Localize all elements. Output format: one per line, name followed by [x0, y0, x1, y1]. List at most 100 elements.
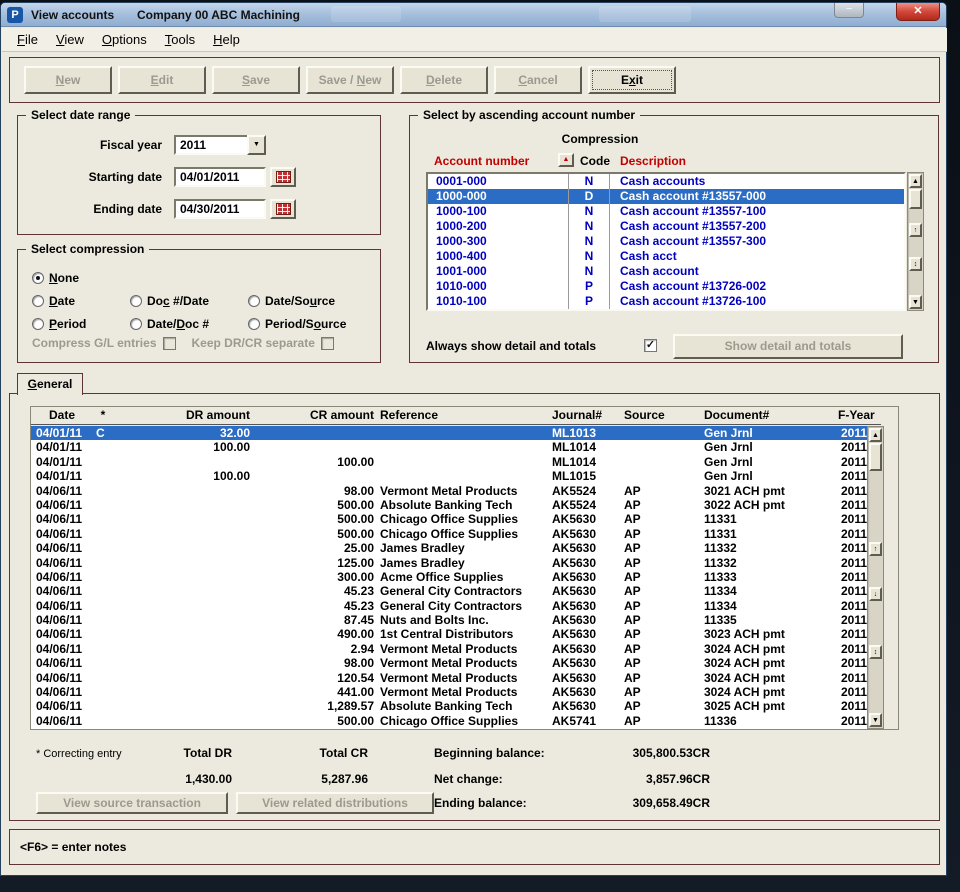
source-cell: AP: [621, 541, 701, 555]
column-header-reference[interactable]: Reference: [377, 407, 549, 424]
column-header-source[interactable]: Source: [621, 407, 701, 424]
delete-button[interactable]: Delete: [400, 66, 488, 94]
menu-item-help[interactable]: Help: [204, 30, 249, 49]
account-row[interactable]: 1000-100NCash account #13557-100: [428, 204, 904, 219]
column-header-document[interactable]: Document#: [701, 407, 835, 424]
scroll-up-icon[interactable]: ▲: [869, 428, 882, 442]
column-header-flag[interactable]: *: [93, 407, 113, 424]
menu-item-tools[interactable]: Tools: [156, 30, 204, 49]
radio-date-source[interactable]: Date/Source: [248, 294, 378, 308]
tab-general[interactable]: General: [17, 373, 83, 395]
chevron-down-icon[interactable]: ▼: [247, 135, 266, 155]
scroll-down-icon[interactable]: ▼: [909, 295, 922, 309]
column-header-date[interactable]: Date: [31, 407, 93, 424]
table-scrollbar[interactable]: ▲ ↑ ↓ ↕ ▼: [867, 426, 884, 729]
transaction-row[interactable]: 04/06/1145.23General City ContractorsAK5…: [31, 584, 881, 598]
column-header-cr-amount[interactable]: CR amount: [253, 407, 377, 424]
view-related-distributions-button[interactable]: View related distributions: [236, 792, 434, 814]
accelerator-underline: o: [314, 317, 321, 331]
account-row[interactable]: 1001-000NCash account: [428, 264, 904, 279]
scroll-page-up-icon[interactable]: ↑: [909, 223, 922, 237]
column-header-dr-amount[interactable]: DR amount: [113, 407, 253, 424]
account-code-cell: N: [568, 174, 610, 189]
account-row[interactable]: 1000-000DCash account #13557-000: [428, 189, 904, 204]
account-list-scrollbar[interactable]: ▲ ↑ ↕ ▼: [907, 172, 924, 311]
radio-period-source[interactable]: Period/Source: [248, 317, 378, 331]
transaction-row[interactable]: 04/06/111,289.57Absolute Banking TechAK5…: [31, 699, 881, 713]
checkbox-compress-g-l-entries[interactable]: Compress G/L entries: [32, 336, 176, 350]
column-header-journal[interactable]: Journal#: [549, 407, 621, 424]
account-row[interactable]: 1000-200NCash account #13557-200: [428, 219, 904, 234]
show-detail-and-totals-button[interactable]: Show detail and totals: [673, 334, 903, 359]
ending-date-calendar-button[interactable]: [270, 199, 296, 219]
transaction-row[interactable]: 04/01/11100.00ML1014Gen Jrnl2011: [31, 440, 881, 454]
view-source-transaction-button[interactable]: View source transaction: [36, 792, 228, 814]
fiscal-year-select[interactable]: 2011 ▼: [174, 135, 266, 155]
scroll-jump-icon[interactable]: ↕: [869, 645, 882, 659]
description-column-header[interactable]: Description: [620, 154, 686, 168]
edit-button[interactable]: Edit: [118, 66, 206, 94]
scroll-jump-icon[interactable]: ↕: [909, 257, 922, 271]
flag-cell: [93, 498, 113, 512]
dr-amount-cell: [113, 627, 253, 641]
menu-item-file[interactable]: File: [8, 30, 47, 49]
scroll-up-icon[interactable]: ▲: [909, 174, 922, 188]
transaction-row[interactable]: 04/06/11490.001st Central DistributorsAK…: [31, 627, 881, 641]
transaction-row[interactable]: 04/06/11300.00Acme Office SuppliesAK5630…: [31, 570, 881, 584]
source-cell: AP: [621, 627, 701, 641]
account-row[interactable]: 1000-300NCash account #13557-300: [428, 234, 904, 249]
scroll-down-icon[interactable]: ▼: [869, 713, 882, 727]
menu-item-options[interactable]: Options: [93, 30, 156, 49]
account-number-column-header[interactable]: Account number: [434, 154, 529, 168]
transaction-row[interactable]: 04/06/11500.00Absolute Banking TechAK552…: [31, 498, 881, 512]
transaction-row[interactable]: 04/06/11441.00Vermont Metal ProductsAK56…: [31, 685, 881, 699]
title-bar[interactable]: P View accounts Company 00 ABC Machining…: [1, 3, 946, 27]
account-row[interactable]: 0001-000NCash accounts: [428, 174, 904, 189]
account-row[interactable]: 1010-000PCash account #13726-002: [428, 279, 904, 294]
radio-period[interactable]: Period: [32, 317, 130, 331]
transaction-row[interactable]: 04/06/112.94Vermont Metal ProductsAK5630…: [31, 642, 881, 656]
close-icon[interactable]: ✕: [896, 3, 940, 21]
transaction-row[interactable]: 04/06/1198.00Vermont Metal ProductsAK552…: [31, 484, 881, 498]
save-new-button[interactable]: Save / New: [306, 66, 394, 94]
transaction-row[interactable]: 04/06/11500.00Chicago Office SuppliesAK5…: [31, 527, 881, 541]
scroll-page-up-icon[interactable]: ↑: [869, 542, 882, 556]
radio-date[interactable]: Date: [32, 294, 130, 308]
transaction-row[interactable]: 04/06/1187.45Nuts and Bolts Inc.AK5630AP…: [31, 613, 881, 627]
ending-date-input[interactable]: 04/30/2011: [174, 199, 266, 219]
radio-doc-date[interactable]: Doc #/Date: [130, 294, 248, 308]
transaction-row[interactable]: 04/06/11120.54Vermont Metal ProductsAK56…: [31, 671, 881, 685]
transaction-row[interactable]: 04/06/11500.00Chicago Office SuppliesAK5…: [31, 512, 881, 526]
transaction-row[interactable]: 04/01/11100.00ML1014Gen Jrnl2011: [31, 455, 881, 469]
account-row[interactable]: 1010-100PCash account #13726-100: [428, 294, 904, 309]
radio-none[interactable]: None: [32, 271, 130, 285]
save-button[interactable]: Save: [212, 66, 300, 94]
account-code-cell: N: [568, 204, 610, 219]
code-column-header[interactable]: Code: [580, 154, 610, 168]
starting-date-input[interactable]: 04/01/2011: [174, 167, 266, 187]
menu-bar: FileViewOptionsToolsHelp: [2, 28, 947, 52]
checkbox-keep-dr-cr-separate[interactable]: Keep DR/CR separate: [192, 336, 334, 350]
transaction-row[interactable]: 04/01/11C32.00ML1013Gen Jrnl2011: [31, 426, 881, 440]
minimize-button[interactable]: –: [834, 3, 864, 18]
scroll-page-down-icon[interactable]: ↓: [869, 587, 882, 601]
scrollbar-thumb[interactable]: [869, 443, 882, 471]
transaction-row[interactable]: 04/06/1145.23General City ContractorsAK5…: [31, 599, 881, 613]
new-button[interactable]: New: [24, 66, 112, 94]
transaction-row[interactable]: 04/06/11125.00James BradleyAK5630AP11332…: [31, 556, 881, 570]
account-row[interactable]: 1000-400NCash acct: [428, 249, 904, 264]
cancel-button[interactable]: Cancel: [494, 66, 582, 94]
exit-button[interactable]: Exit: [588, 66, 676, 94]
menu-item-view[interactable]: View: [47, 30, 93, 49]
transaction-row[interactable]: 04/06/11500.00Chicago Office SuppliesAK5…: [31, 714, 881, 728]
starting-date-calendar-button[interactable]: [270, 167, 296, 187]
transaction-row[interactable]: 04/06/1198.00Vermont Metal ProductsAK563…: [31, 656, 881, 670]
sort-ascending-icon[interactable]: ▲: [558, 153, 574, 167]
scrollbar-thumb[interactable]: [909, 189, 922, 209]
account-number-cell: 1000-100: [428, 204, 568, 219]
column-header-f-year[interactable]: F-Year: [835, 407, 881, 424]
always-show-checkbox[interactable]: ✓: [644, 339, 657, 352]
transaction-row[interactable]: 04/06/1125.00James BradleyAK5630AP113322…: [31, 541, 881, 555]
transaction-row[interactable]: 04/01/11100.00ML1015Gen Jrnl2011: [31, 469, 881, 483]
radio-date-doc[interactable]: Date/Doc #: [130, 317, 248, 331]
